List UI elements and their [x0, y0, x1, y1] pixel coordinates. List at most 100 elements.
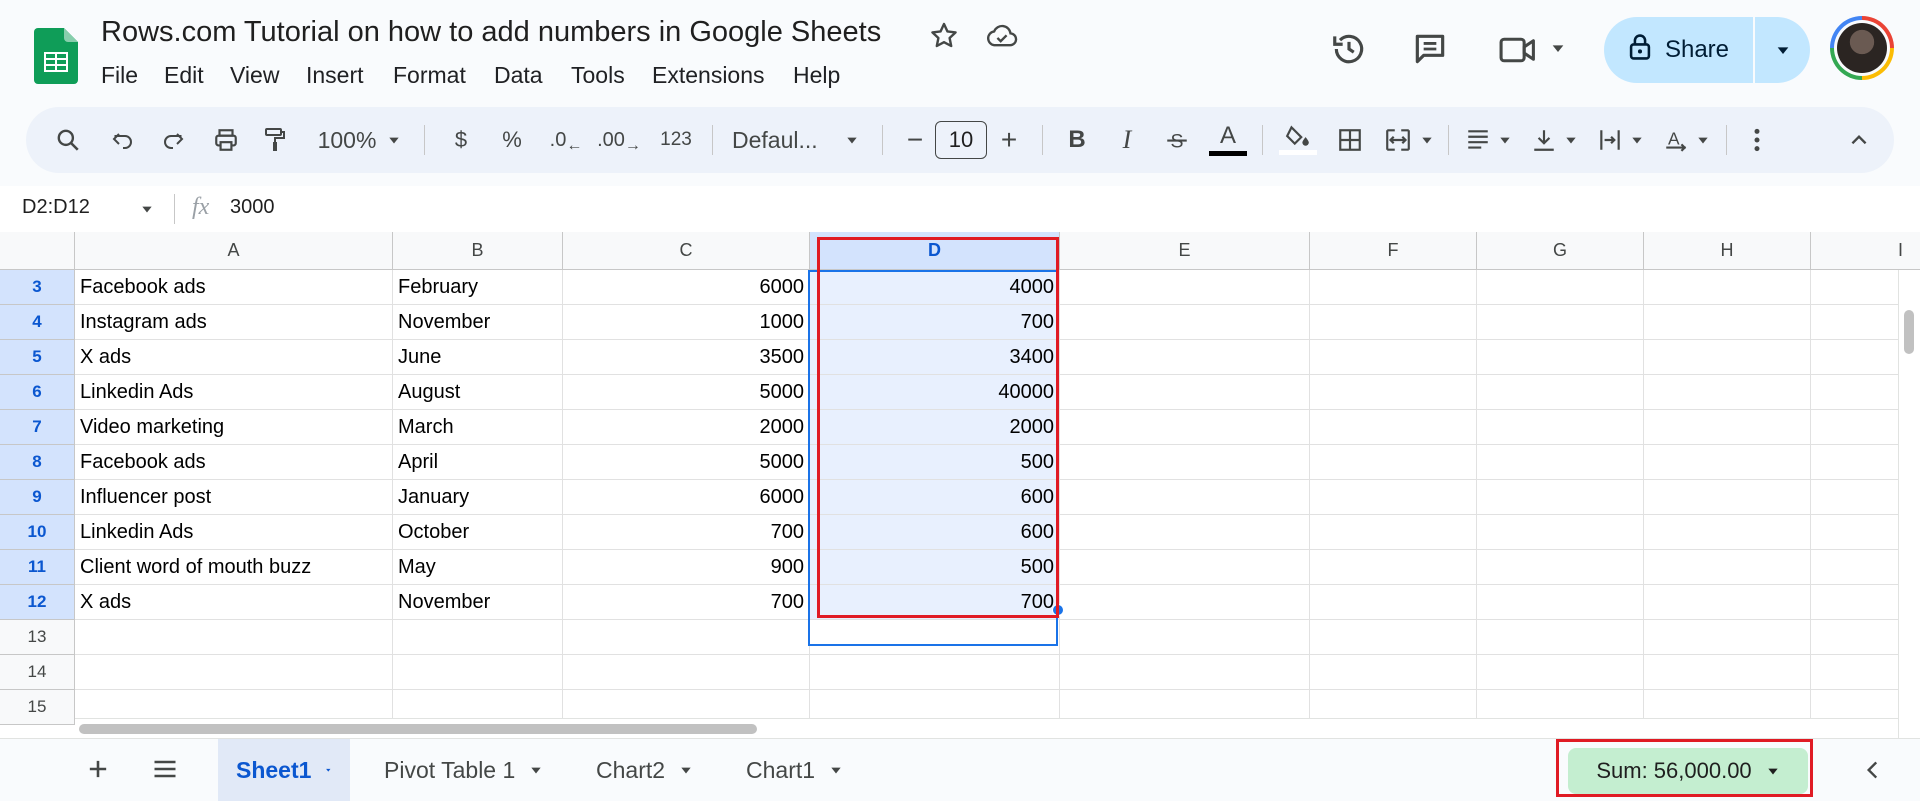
borders-icon[interactable] — [1330, 107, 1370, 173]
row-header[interactable]: 11 — [0, 550, 75, 585]
cell-a-4[interactable]: Instagram ads — [75, 305, 393, 340]
cell-b-3[interactable]: February — [393, 270, 563, 305]
cell-a-14[interactable] — [75, 655, 393, 690]
cell-b-8[interactable]: April — [393, 445, 563, 480]
cloud-saved-icon[interactable] — [985, 20, 1019, 57]
cell-g-11[interactable] — [1477, 550, 1644, 585]
column-header-h[interactable]: H — [1644, 232, 1811, 270]
cell-d-4[interactable]: 700 — [810, 305, 1060, 340]
vertical-scrollbar[interactable] — [1898, 270, 1920, 738]
row-header[interactable]: 14 — [0, 655, 75, 690]
name-box-dropdown-icon[interactable] — [140, 202, 154, 221]
all-sheets-icon[interactable] — [150, 755, 180, 788]
row-header[interactable]: 8 — [0, 445, 75, 480]
cell-c-14[interactable] — [563, 655, 810, 690]
cell-e-3[interactable] — [1060, 270, 1310, 305]
cell-b-14[interactable] — [393, 655, 563, 690]
cell-c-9[interactable]: 6000 — [563, 480, 810, 515]
decrease-font-size-button[interactable]: − — [898, 107, 932, 173]
column-header-g[interactable]: G — [1477, 232, 1644, 270]
cell-e-14[interactable] — [1060, 655, 1310, 690]
side-panel-toggle-icon[interactable] — [1862, 757, 1884, 788]
font-size-box[interactable]: 10 — [934, 107, 988, 173]
cell-h-9[interactable] — [1644, 480, 1811, 515]
zoom-dropdown-icon[interactable] — [382, 107, 406, 173]
merge-dropdown-icon[interactable] — [1416, 107, 1438, 173]
cell-h-6[interactable] — [1644, 375, 1811, 410]
cell-a-13[interactable] — [75, 620, 393, 655]
cell-d-11[interactable]: 500 — [810, 550, 1060, 585]
cell-a-7[interactable]: Video marketing — [75, 410, 393, 445]
cell-h-14[interactable] — [1644, 655, 1811, 690]
cell-a-9[interactable]: Influencer post — [75, 480, 393, 515]
menu-insert[interactable]: Insert — [306, 62, 364, 89]
column-header-c[interactable]: C — [563, 232, 810, 270]
sheets-logo-icon[interactable] — [34, 28, 78, 84]
cell-e-9[interactable] — [1060, 480, 1310, 515]
column-header-a[interactable]: A — [75, 232, 393, 270]
cell-g-6[interactable] — [1477, 375, 1644, 410]
text-color-button[interactable]: A — [1206, 107, 1250, 173]
cell-e-5[interactable] — [1060, 340, 1310, 375]
zoom-select[interactable]: 100% — [312, 107, 382, 173]
row-header[interactable]: 12 — [0, 585, 75, 620]
cell-h-11[interactable] — [1644, 550, 1811, 585]
cell-d-5[interactable]: 3400 — [810, 340, 1060, 375]
tab-chart2[interactable]: Chart2 — [578, 739, 720, 801]
cell-f-11[interactable] — [1310, 550, 1477, 585]
row-header[interactable]: 7 — [0, 410, 75, 445]
search-menus-icon[interactable] — [48, 107, 88, 173]
star-icon[interactable] — [928, 20, 960, 57]
column-header-e[interactable]: E — [1060, 232, 1310, 270]
tab-sheet1[interactable]: Sheet1 — [218, 739, 350, 801]
horizontal-scroll-thumb[interactable] — [79, 724, 757, 734]
cell-c-8[interactable]: 5000 — [563, 445, 810, 480]
cell-g-13[interactable] — [1477, 620, 1644, 655]
share-button[interactable]: Share — [1604, 17, 1752, 83]
increase-decimal-button[interactable]: .00 → — [597, 107, 641, 173]
row-header[interactable]: 6 — [0, 375, 75, 410]
meet-dropdown-icon[interactable] — [1550, 40, 1566, 61]
cell-d-9[interactable]: 600 — [810, 480, 1060, 515]
menu-format[interactable]: Format — [393, 62, 466, 89]
cell-a-11[interactable]: Client word of mouth buzz — [75, 550, 393, 585]
wrap-dropdown-icon[interactable] — [1626, 107, 1648, 173]
cell-f-12[interactable] — [1310, 585, 1477, 620]
menu-view[interactable]: View — [230, 62, 279, 89]
cell-g-8[interactable] — [1477, 445, 1644, 480]
cell-f-5[interactable] — [1310, 340, 1477, 375]
cell-f-6[interactable] — [1310, 375, 1477, 410]
cell-c-3[interactable]: 6000 — [563, 270, 810, 305]
menu-data[interactable]: Data — [494, 62, 543, 89]
fill-color-button[interactable] — [1276, 107, 1320, 173]
cell-g-5[interactable] — [1477, 340, 1644, 375]
cell-g-3[interactable] — [1477, 270, 1644, 305]
row-header[interactable]: 4 — [0, 305, 75, 340]
menu-edit[interactable]: Edit — [164, 62, 204, 89]
percent-format-button[interactable]: % — [494, 107, 530, 173]
redo-icon[interactable] — [156, 107, 190, 173]
comments-icon[interactable] — [1411, 30, 1449, 73]
cell-f-7[interactable] — [1310, 410, 1477, 445]
cell-b-9[interactable]: January — [393, 480, 563, 515]
merge-cells-icon[interactable] — [1378, 107, 1418, 173]
font-select[interactable]: Defaul... — [732, 107, 842, 173]
column-header-b[interactable]: B — [393, 232, 563, 270]
cell-d-12[interactable]: 700 — [810, 585, 1060, 620]
column-header-f[interactable]: F — [1310, 232, 1477, 270]
tab-pivot-table-1[interactable]: Pivot Table 1 — [366, 739, 566, 801]
add-sheet-icon[interactable] — [84, 755, 112, 788]
cell-h-4[interactable] — [1644, 305, 1811, 340]
cell-f-9[interactable] — [1310, 480, 1477, 515]
cell-a-5[interactable]: X ads — [75, 340, 393, 375]
increase-font-size-button[interactable]: + — [992, 107, 1026, 173]
currency-format-button[interactable]: $ — [444, 107, 478, 173]
cell-c-12[interactable]: 700 — [563, 585, 810, 620]
cell-f-4[interactable] — [1310, 305, 1477, 340]
bold-button[interactable]: B — [1060, 107, 1094, 173]
cell-g-9[interactable] — [1477, 480, 1644, 515]
select-all-corner[interactable] — [0, 232, 75, 270]
cell-a-8[interactable]: Facebook ads — [75, 445, 393, 480]
document-title[interactable]: Rows.com Tutorial on how to add numbers … — [101, 16, 881, 49]
font-size-input[interactable]: 10 — [935, 121, 987, 159]
